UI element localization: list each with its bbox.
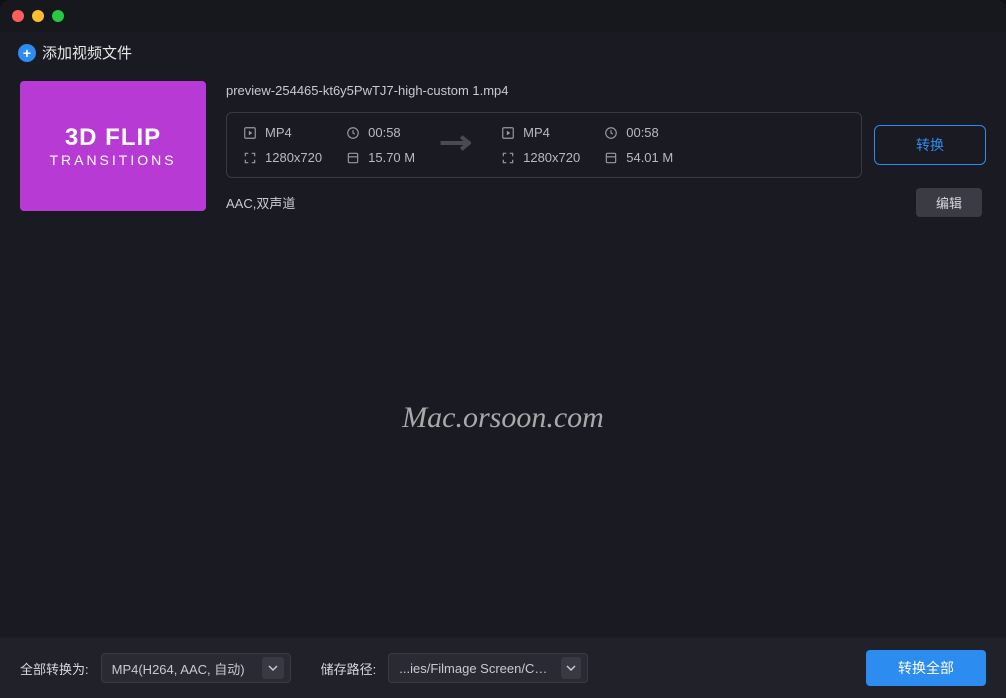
source-spec: MP4 00:58 1280x720 bbox=[243, 125, 415, 165]
source-size: 15.70 M bbox=[346, 150, 415, 165]
convert-button[interactable]: 转换 bbox=[874, 125, 986, 165]
storage-icon bbox=[346, 151, 360, 165]
maximize-window-button[interactable] bbox=[52, 10, 64, 22]
titlebar bbox=[0, 0, 1006, 32]
video-thumbnail[interactable]: 3D FLIP TRANSITIONS bbox=[20, 81, 206, 211]
target-duration: 00:58 bbox=[604, 125, 673, 140]
source-resolution: 1280x720 bbox=[243, 150, 322, 165]
close-window-button[interactable] bbox=[12, 10, 24, 22]
footer-bar: 全部转换为: MP4(H264, AAC, 自动) 储存路径: ...ies/F… bbox=[0, 638, 1006, 698]
add-video-label: 添加视频文件 bbox=[42, 42, 132, 63]
clock-icon bbox=[346, 126, 360, 140]
thumb-text-2: TRANSITIONS bbox=[49, 152, 176, 168]
storage-icon bbox=[604, 151, 618, 165]
conversion-spec-card: MP4 00:58 1280x720 bbox=[226, 112, 862, 178]
arrow-right-icon bbox=[439, 131, 477, 160]
clock-icon bbox=[604, 126, 618, 140]
play-box-icon bbox=[243, 126, 257, 140]
chevron-down-icon bbox=[262, 657, 284, 679]
chevron-down-icon bbox=[561, 657, 581, 679]
path-label: 储存路径: bbox=[321, 659, 377, 678]
file-row: 3D FLIP TRANSITIONS preview-254465-kt6y5… bbox=[20, 81, 986, 217]
expand-icon bbox=[501, 151, 515, 165]
play-box-icon bbox=[501, 126, 515, 140]
output-path-select[interactable]: ...ies/Filmage Screen/Convert bbox=[388, 653, 588, 683]
target-format: MP4 bbox=[501, 125, 580, 140]
source-duration: 00:58 bbox=[346, 125, 415, 140]
audio-info: AAC,双声道 bbox=[226, 193, 295, 212]
target-size: 54.01 M bbox=[604, 150, 673, 165]
source-format: MP4 bbox=[243, 125, 322, 140]
expand-icon bbox=[243, 151, 257, 165]
file-name: preview-254465-kt6y5PwTJ7-high-custom 1.… bbox=[226, 81, 986, 102]
edit-button[interactable]: 编辑 bbox=[916, 188, 982, 217]
watermark-text: Mac.orsoon.com bbox=[0, 401, 1006, 435]
target-resolution: 1280x720 bbox=[501, 150, 580, 165]
minimize-window-button[interactable] bbox=[32, 10, 44, 22]
output-format-select[interactable]: MP4(H264, AAC, 自动) bbox=[101, 653, 291, 683]
convert-all-button[interactable]: 转换全部 bbox=[866, 650, 986, 686]
target-spec: MP4 00:58 1280x720 bbox=[501, 125, 673, 165]
add-video-button[interactable]: + 添加视频文件 bbox=[0, 32, 1006, 81]
format-label: 全部转换为: bbox=[20, 659, 89, 678]
output-path-value: ...ies/Filmage Screen/Convert bbox=[399, 661, 553, 676]
plus-icon: + bbox=[18, 44, 36, 62]
thumb-text-1: 3D FLIP bbox=[65, 124, 161, 152]
output-format-value: MP4(H264, AAC, 自动) bbox=[112, 659, 245, 678]
